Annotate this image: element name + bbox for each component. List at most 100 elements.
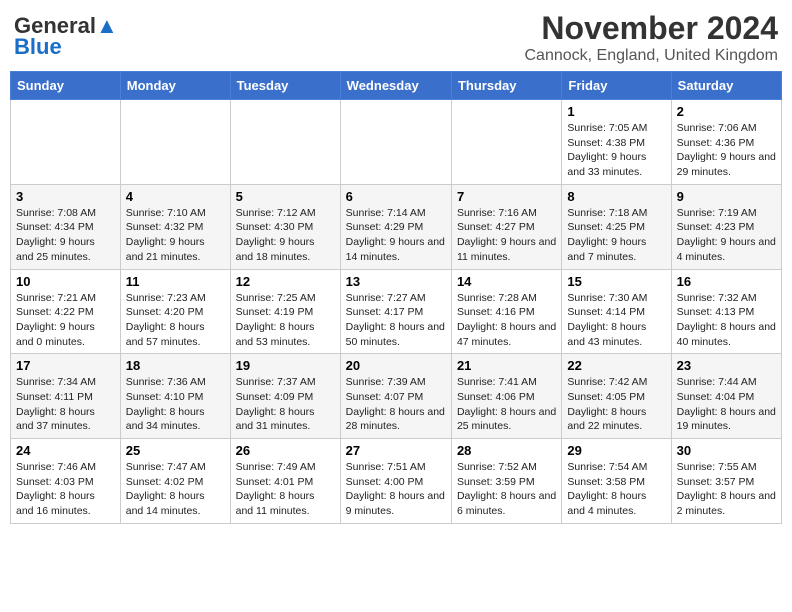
day-number: 22 [567,358,665,373]
calendar-cell: 7 Sunrise: 7:16 AM Sunset: 4:27 PM Daylig… [451,184,561,269]
calendar-cell: 19Sunrise: 7:37 AM Sunset: 4:09 PM Dayli… [230,354,340,439]
day-number: 1 [567,104,665,119]
day-number: 10 [16,274,115,289]
calendar-cell: 25 Sunrise: 7:47 AM Sunset: 4:02 PM Dayli… [120,439,230,524]
day-number: 23 [677,358,776,373]
day-number: 7 [457,189,556,204]
calendar-week-row: 3 Sunrise: 7:08 AM Sunset: 4:34 PM Daylig… [11,184,782,269]
weekday-header-friday: Friday [562,72,671,100]
day-info: Sunrise: 7:08 AM Sunset: 4:34 PM Dayligh… [16,206,115,265]
day-info: Sunrise: 7:14 AM Sunset: 4:29 PM Dayligh… [346,206,446,265]
calendar-cell [230,100,340,185]
day-number: 20 [346,358,446,373]
day-info: Sunrise: 7:41 AM Sunset: 4:06 PM Dayligh… [457,375,556,434]
calendar-cell: 10 Sunrise: 7:21 AM Sunset: 4:22 PM Dayli… [11,269,121,354]
calendar-cell: 2Sunrise: 7:06 AM Sunset: 4:36 PM Daylig… [671,100,781,185]
day-info: Sunrise: 7:28 AM Sunset: 4:16 PM Dayligh… [457,291,556,350]
calendar-cell [451,100,561,185]
weekday-header-wednesday: Wednesday [340,72,451,100]
calendar-cell: 11 Sunrise: 7:23 AM Sunset: 4:20 PM Dayli… [120,269,230,354]
calendar-cell: 30Sunrise: 7:55 AM Sunset: 3:57 PM Dayli… [671,439,781,524]
day-info: Sunrise: 7:44 AM Sunset: 4:04 PM Dayligh… [677,375,776,434]
calendar-cell: 17Sunrise: 7:34 AM Sunset: 4:11 PM Dayli… [11,354,121,439]
day-number: 14 [457,274,556,289]
calendar-cell: 12 Sunrise: 7:25 AM Sunset: 4:19 PM Dayli… [230,269,340,354]
calendar-cell: 18 Sunrise: 7:36 AM Sunset: 4:10 PM Dayli… [120,354,230,439]
calendar-cell: 4 Sunrise: 7:10 AM Sunset: 4:32 PM Daylig… [120,184,230,269]
calendar-week-row: 10 Sunrise: 7:21 AM Sunset: 4:22 PM Dayli… [11,269,782,354]
day-info: Sunrise: 7:27 AM Sunset: 4:17 PM Dayligh… [346,291,446,350]
calendar-cell: 9Sunrise: 7:19 AM Sunset: 4:23 PM Daylig… [671,184,781,269]
day-number: 29 [567,443,665,458]
day-number: 30 [677,443,776,458]
calendar-week-row: 24Sunrise: 7:46 AM Sunset: 4:03 PM Dayli… [11,439,782,524]
day-number: 18 [126,358,225,373]
day-info: Sunrise: 7:10 AM Sunset: 4:32 PM Dayligh… [126,206,225,265]
calendar-table: SundayMondayTuesdayWednesdayThursdayFrid… [10,71,782,524]
day-info: Sunrise: 7:16 AM Sunset: 4:27 PM Dayligh… [457,206,556,265]
calendar-week-row: 1 Sunrise: 7:05 AM Sunset: 4:38 PM Daylig… [11,100,782,185]
weekday-header-thursday: Thursday [451,72,561,100]
day-info: Sunrise: 7:51 AM Sunset: 4:00 PM Dayligh… [346,460,446,519]
calendar-week-row: 17Sunrise: 7:34 AM Sunset: 4:11 PM Dayli… [11,354,782,439]
day-info: Sunrise: 7:32 AM Sunset: 4:13 PM Dayligh… [677,291,776,350]
day-info: Sunrise: 7:06 AM Sunset: 4:36 PM Dayligh… [677,121,776,180]
day-number: 26 [236,443,335,458]
weekday-header-tuesday: Tuesday [230,72,340,100]
day-number: 13 [346,274,446,289]
calendar-cell: 20Sunrise: 7:39 AM Sunset: 4:07 PM Dayli… [340,354,451,439]
day-info: Sunrise: 7:12 AM Sunset: 4:30 PM Dayligh… [236,206,335,265]
calendar-cell: 22 Sunrise: 7:42 AM Sunset: 4:05 PM Dayli… [562,354,671,439]
calendar-cell: 28 Sunrise: 7:52 AM Sunset: 3:59 PM Dayli… [451,439,561,524]
day-number: 28 [457,443,556,458]
calendar-subtitle: Cannock, England, United Kingdom [525,47,779,65]
day-number: 6 [346,189,446,204]
calendar-cell: 21 Sunrise: 7:41 AM Sunset: 4:06 PM Dayli… [451,354,561,439]
weekday-header-sunday: Sunday [11,72,121,100]
title-block: November 2024 Cannock, England, United K… [525,10,779,65]
day-number: 8 [567,189,665,204]
day-info: Sunrise: 7:34 AM Sunset: 4:11 PM Dayligh… [16,375,115,434]
day-info: Sunrise: 7:37 AM Sunset: 4:09 PM Dayligh… [236,375,335,434]
calendar-cell: 6 Sunrise: 7:14 AM Sunset: 4:29 PM Daylig… [340,184,451,269]
day-number: 3 [16,189,115,204]
calendar-cell [120,100,230,185]
calendar-cell: 5 Sunrise: 7:12 AM Sunset: 4:30 PM Daylig… [230,184,340,269]
day-number: 11 [126,274,225,289]
calendar-cell: 13 Sunrise: 7:27 AM Sunset: 4:17 PM Dayli… [340,269,451,354]
day-info: Sunrise: 7:54 AM Sunset: 3:58 PM Dayligh… [567,460,665,519]
weekday-header-saturday: Saturday [671,72,781,100]
calendar-cell: 29 Sunrise: 7:54 AM Sunset: 3:58 PM Dayli… [562,439,671,524]
day-info: Sunrise: 7:23 AM Sunset: 4:20 PM Dayligh… [126,291,225,350]
day-number: 21 [457,358,556,373]
calendar-cell: 1 Sunrise: 7:05 AM Sunset: 4:38 PM Daylig… [562,100,671,185]
day-info: Sunrise: 7:18 AM Sunset: 4:25 PM Dayligh… [567,206,665,265]
calendar-cell [11,100,121,185]
calendar-cell [340,100,451,185]
day-number: 12 [236,274,335,289]
day-info: Sunrise: 7:52 AM Sunset: 3:59 PM Dayligh… [457,460,556,519]
logo-subtext: Blue [14,34,62,60]
day-info: Sunrise: 7:36 AM Sunset: 4:10 PM Dayligh… [126,375,225,434]
weekday-header-monday: Monday [120,72,230,100]
day-number: 24 [16,443,115,458]
day-info: Sunrise: 7:25 AM Sunset: 4:19 PM Dayligh… [236,291,335,350]
page-header: General▲ Blue November 2024 Cannock, Eng… [10,10,782,65]
calendar-header-row: SundayMondayTuesdayWednesdayThursdayFrid… [11,72,782,100]
day-info: Sunrise: 7:21 AM Sunset: 4:22 PM Dayligh… [16,291,115,350]
day-number: 5 [236,189,335,204]
day-info: Sunrise: 7:47 AM Sunset: 4:02 PM Dayligh… [126,460,225,519]
logo: General▲ Blue [14,14,118,60]
calendar-cell: 23 Sunrise: 7:44 AM Sunset: 4:04 PM Dayli… [671,354,781,439]
calendar-cell: 16Sunrise: 7:32 AM Sunset: 4:13 PM Dayli… [671,269,781,354]
calendar-title: November 2024 [525,10,779,47]
day-number: 4 [126,189,225,204]
calendar-cell: 8 Sunrise: 7:18 AM Sunset: 4:25 PM Daylig… [562,184,671,269]
day-info: Sunrise: 7:42 AM Sunset: 4:05 PM Dayligh… [567,375,665,434]
calendar-cell: 26 Sunrise: 7:49 AM Sunset: 4:01 PM Dayli… [230,439,340,524]
day-number: 25 [126,443,225,458]
day-info: Sunrise: 7:05 AM Sunset: 4:38 PM Dayligh… [567,121,665,180]
day-number: 15 [567,274,665,289]
day-number: 27 [346,443,446,458]
day-info: Sunrise: 7:49 AM Sunset: 4:01 PM Dayligh… [236,460,335,519]
